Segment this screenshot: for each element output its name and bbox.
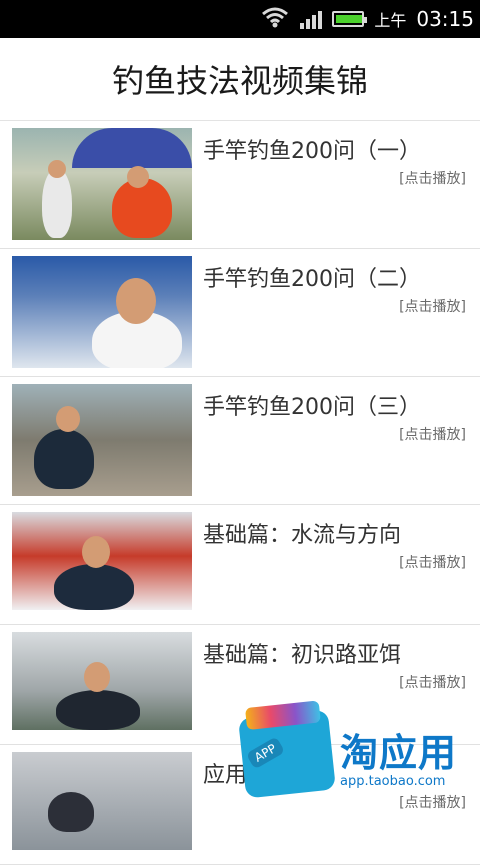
signal-icon [300,9,323,29]
battery-icon [332,11,368,27]
list-item[interactable]: 基础篇：水流与方向 [点击播放] [0,505,480,625]
face-shape [48,160,66,178]
list-item[interactable]: 手竿钓鱼200问（二） [点击播放] [0,249,480,377]
taobao-app-watermark: APP 淘应用 app.taobao.com [238,704,480,800]
play-link[interactable]: [点击播放] [399,672,466,692]
item-title: 手竿钓鱼200问（二） [203,267,421,292]
person-shape [54,564,134,610]
person-shape [42,168,72,238]
person-shape [56,690,140,730]
umbrella-shape [72,128,192,168]
face-shape [116,278,156,324]
video-thumbnail[interactable] [12,384,192,496]
face-shape [56,406,80,432]
video-thumbnail[interactable] [12,632,192,730]
status-bar: 上午 03:15 [0,0,480,38]
face-shape [127,166,149,188]
status-time: 03:15 [416,7,474,31]
list-item[interactable]: 手竿钓鱼200问（一） [点击播放] [0,121,480,249]
play-link[interactable]: [点击播放] [399,168,466,188]
person-shape [34,429,94,489]
person-shape [48,792,94,832]
watermark-url: app.taobao.com [340,774,446,789]
item-title: 手竿钓鱼200问（三） [203,395,421,420]
face-shape [82,536,110,568]
play-link[interactable]: [点击播放] [399,552,466,572]
status-ampm: 上午 [374,11,407,30]
wifi-icon [260,6,290,32]
play-link[interactable]: [点击播放] [399,424,466,444]
item-title: 手竿钓鱼200问（一） [203,139,421,164]
item-title: 基础篇：水流与方向 [203,523,402,548]
watermark-brand: 淘应用 [340,731,458,775]
video-thumbnail[interactable] [12,752,192,850]
status-right-group: 上午 03:15 [260,0,474,38]
list-item[interactable]: 手竿钓鱼200问（三） [点击播放] [0,377,480,505]
video-thumbnail[interactable] [12,256,192,368]
play-link[interactable]: [点击播放] [399,296,466,316]
header: 钓鱼技法视频集锦 [0,38,480,121]
video-thumbnail[interactable] [12,512,192,610]
face-shape [84,662,110,692]
item-title: 基础篇：初识路亚饵 [203,643,402,668]
video-thumbnail[interactable] [12,128,192,240]
page-title: 钓鱼技法视频集锦 [111,62,368,100]
